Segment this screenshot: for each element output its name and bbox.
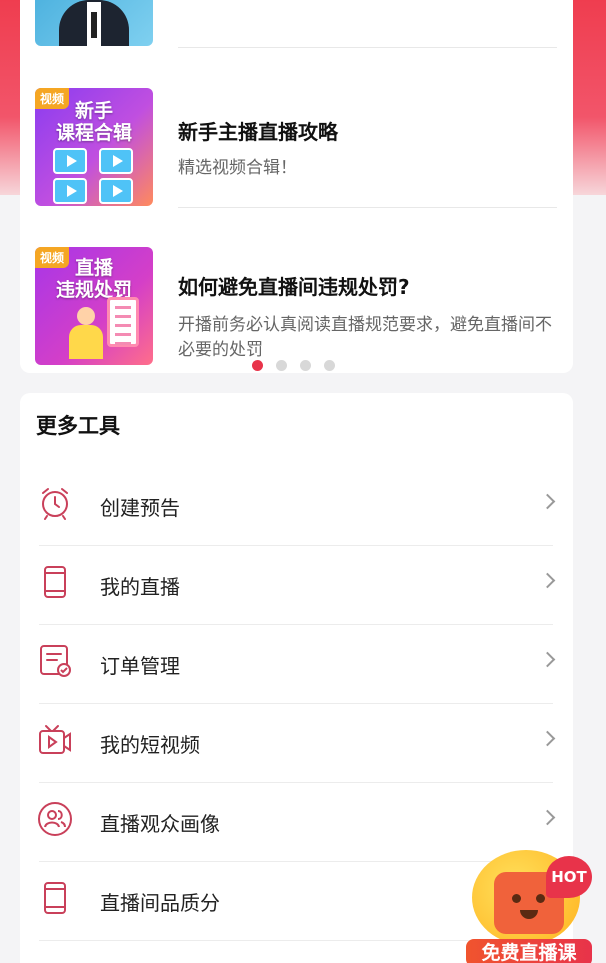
play-icon: [99, 148, 133, 174]
tool-create-preview[interactable]: 创建预告: [20, 467, 573, 546]
article-item[interactable]: 视频 直播 违规处罚 如何避免直播间违规处罚? 开播前务必认真阅读直播规范要求，…: [35, 247, 557, 367]
order-check-icon: [40, 645, 71, 677]
tie-image: [91, 12, 97, 38]
tool-label: 直播观众画像: [100, 812, 220, 836]
rules-board-icon: [107, 297, 139, 347]
article-item[interactable]: 视频 新手 课程合辑 新手主播直播攻略 精选视频合辑！: [35, 88, 557, 208]
play-icon: [53, 148, 87, 174]
tv-video-icon: [39, 725, 71, 754]
article-title: 新手主播直播攻略: [178, 120, 338, 144]
phone-icon: [44, 566, 66, 598]
chevron-right-icon: [539, 651, 556, 668]
tool-label: 订单管理: [100, 654, 180, 678]
article-divider: [178, 207, 557, 208]
free-live-course-floating-button[interactable]: HOT 免费直播课: [466, 846, 592, 963]
section-title: 更多工具: [36, 414, 120, 438]
thumbnail-title-line: 直播: [74, 257, 113, 279]
tool-order-management[interactable]: 订单管理: [20, 625, 573, 704]
tool-label: 我的直播: [100, 575, 180, 599]
article-description: 开播前务必认真阅读直播规范要求，避免直播间不必要的处罚: [178, 315, 552, 360]
play-icon: [53, 178, 87, 204]
article-title: 如何避免直播间违规处罚?: [178, 275, 410, 299]
article-carousel-card: 视频 新手 课程合辑 新手主播直播攻略 精选视频合辑！ 视频 直播 违规处罚 如…: [20, 0, 573, 373]
article-thumbnail: 视频 新手 课程合辑: [35, 88, 153, 206]
chevron-right-icon: [539, 730, 556, 747]
article-thumbnail: [35, 0, 153, 46]
tool-my-live[interactable]: 我的直播: [20, 546, 573, 625]
alarm-clock-icon: [42, 488, 68, 520]
chevron-right-icon: [539, 493, 556, 510]
carousel-dot[interactable]: [300, 360, 311, 371]
chevron-right-icon: [539, 572, 556, 589]
hot-ribbon-label: 免费直播课: [466, 939, 592, 963]
thumbnail-title: 直播 违规处罚: [35, 257, 153, 301]
carousel-dots: [252, 360, 335, 371]
article-item[interactable]: [35, 0, 557, 48]
carousel-dot[interactable]: [276, 360, 287, 371]
tool-label: 直播间品质分: [100, 891, 220, 915]
article-thumbnail: 视频 直播 违规处罚: [35, 247, 153, 365]
carousel-dot[interactable]: [324, 360, 335, 371]
tool-my-short-video[interactable]: 我的短视频: [20, 704, 573, 783]
phone-icon: [44, 882, 66, 914]
article-divider: [178, 47, 557, 48]
thumbnail-title-line: 课程合辑: [55, 122, 132, 144]
tool-label: 创建预告: [100, 496, 180, 520]
hot-tag: HOT: [546, 856, 592, 898]
play-icon: [99, 178, 133, 204]
presenter-illustration: [65, 307, 107, 359]
thumbnail-title: 新手 课程合辑: [35, 100, 153, 144]
carousel-dot-active[interactable]: [252, 360, 263, 371]
thumbnail-title-line: 新手: [74, 100, 113, 122]
article-description: 精选视频合辑！: [178, 158, 297, 178]
audience-icon: [38, 802, 72, 836]
chevron-right-icon: [539, 809, 556, 826]
tool-label: 我的短视频: [100, 733, 200, 757]
